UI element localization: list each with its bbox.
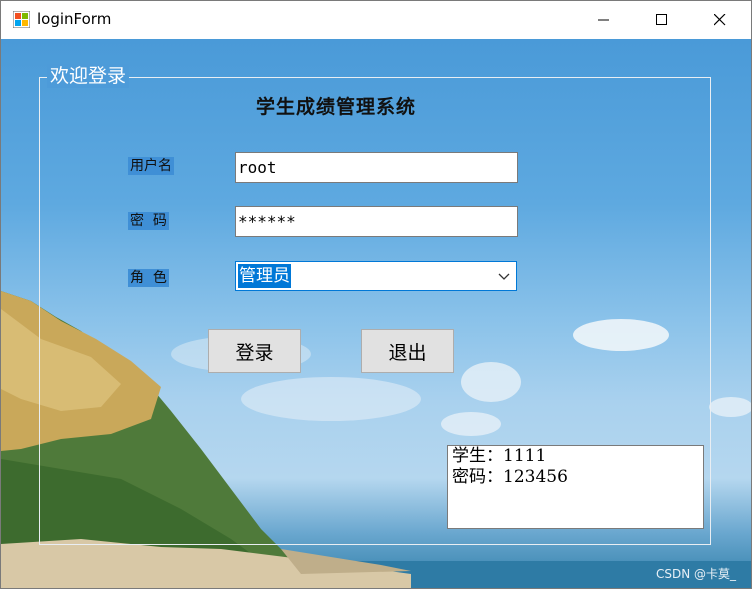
- maximize-icon: [656, 14, 667, 25]
- hint-line-student: 学生：1111: [452, 446, 547, 466]
- password-field[interactable]: ******: [235, 206, 518, 237]
- app-icon: [13, 11, 30, 28]
- password-label: 密 码: [128, 212, 169, 230]
- minimize-icon: [598, 19, 609, 21]
- username-field[interactable]: root: [235, 152, 518, 183]
- login-button[interactable]: 登录: [208, 329, 301, 373]
- csdn-watermark: CSDN @卡莫_: [656, 567, 737, 581]
- close-button[interactable]: [691, 1, 749, 39]
- title-bar[interactable]: loginForm: [1, 1, 751, 39]
- role-label: 角 色: [128, 269, 169, 287]
- system-title: 学生成绩管理系统: [256, 96, 417, 118]
- login-window: loginForm 欢迎登录 学生成绩管理系统 用户名 root 密 码 ***…: [0, 0, 752, 589]
- maximize-button[interactable]: [633, 1, 691, 39]
- minimize-button[interactable]: [575, 1, 633, 39]
- role-select[interactable]: 管理员: [235, 261, 517, 291]
- exit-button[interactable]: 退出: [361, 329, 454, 373]
- credentials-hint-textbox[interactable]: 学生：1111 密码：123456: [447, 445, 704, 529]
- close-icon: [714, 14, 726, 26]
- hint-line-password: 密码：123456: [452, 467, 568, 487]
- groupbox-title: 欢迎登录: [47, 64, 130, 88]
- role-selected-value: 管理员: [238, 264, 291, 288]
- window-title: loginForm: [37, 10, 112, 28]
- username-label: 用户名: [128, 157, 174, 175]
- form-client-area: 欢迎登录 学生成绩管理系统 用户名 root 密 码 ****** 角 色 管理…: [1, 39, 751, 588]
- chevron-down-icon: [498, 273, 510, 280]
